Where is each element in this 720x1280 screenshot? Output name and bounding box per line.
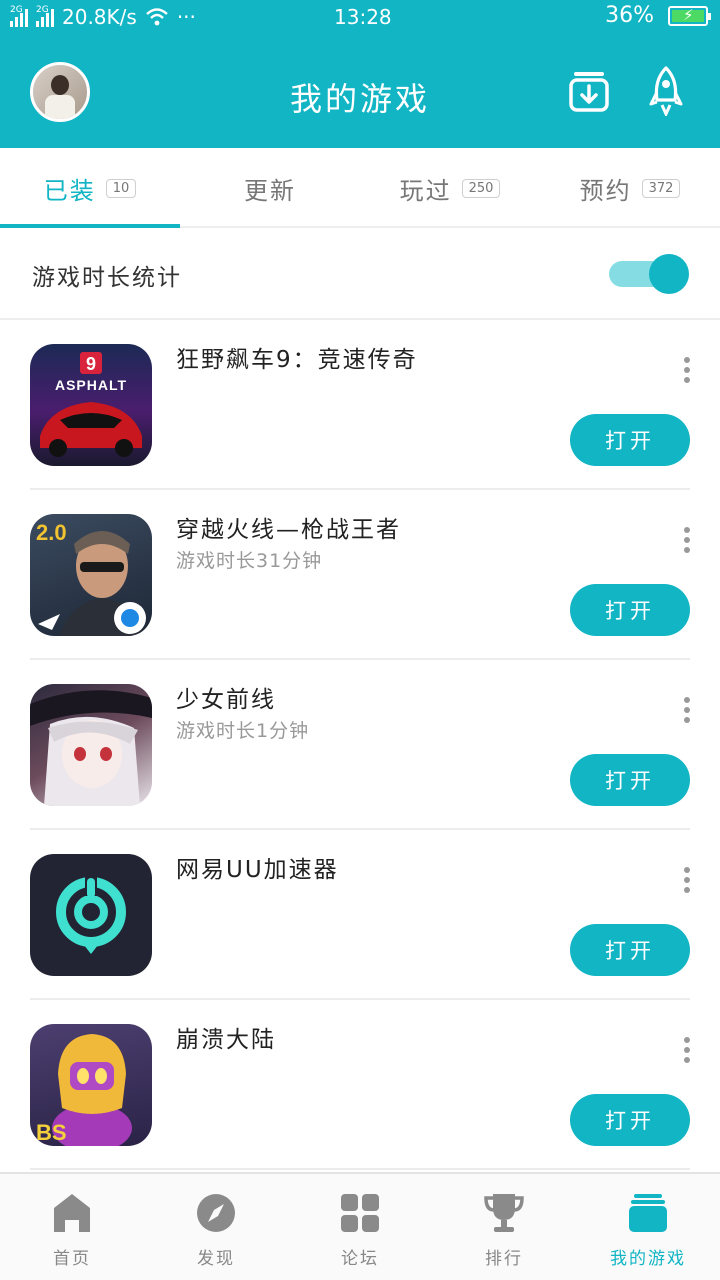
nav-forum[interactable]: 论坛: [288, 1174, 432, 1280]
tab-count-badge: 10: [105, 178, 137, 198]
nav-ranking[interactable]: 排行: [432, 1174, 576, 1280]
tab-played[interactable]: 玩过 250: [360, 148, 540, 228]
playtime-stats-row: 游戏时长统计: [0, 228, 720, 320]
compass-icon: [197, 1194, 235, 1232]
nav-label: 论坛: [341, 1249, 379, 1269]
status-right: 36% ⚡: [605, 3, 711, 28]
list-item[interactable]: 9 ASPHALT 狂野飙车9：竞速传奇 打开: [0, 320, 720, 490]
open-button[interactable]: 打开: [570, 414, 690, 466]
status-left: 2G 2G 20.8K/s ···: [10, 5, 196, 29]
more-options-icon[interactable]: [676, 354, 698, 386]
open-button[interactable]: 打开: [570, 924, 690, 976]
nav-label: 排行: [485, 1249, 523, 1269]
svg-text:ASPHALT: ASPHALT: [55, 377, 127, 393]
network-speed: 20.8K/s: [62, 5, 137, 29]
download-manager-icon[interactable]: [568, 70, 610, 112]
crashlands-icon: BS: [30, 1024, 152, 1146]
more-options-icon[interactable]: [676, 524, 698, 556]
playtime-stats-label: 游戏时长统计: [32, 265, 182, 291]
more-status-icon: ···: [176, 5, 196, 29]
home-icon: [54, 1194, 90, 1232]
svg-text:9: 9: [86, 354, 96, 374]
nav-label: 首页: [53, 1249, 91, 1269]
divider: [30, 1168, 690, 1170]
more-options-icon[interactable]: [676, 1034, 698, 1066]
asphalt-icon: 9 ASPHALT: [30, 344, 152, 466]
page-title: 我的游戏: [289, 80, 430, 118]
app-bar: 我的游戏: [0, 36, 720, 148]
signal-icon: 2G: [10, 5, 28, 27]
nav-discover[interactable]: 发现: [144, 1174, 288, 1280]
nav-home[interactable]: 首页: [0, 1174, 144, 1280]
svg-text:BS: BS: [36, 1120, 67, 1145]
grid-icon: [341, 1194, 379, 1232]
crossfire-icon: 2.0: [30, 514, 152, 636]
game-playtime: 游戏时长1分钟: [176, 720, 310, 742]
installed-games-list: 9 ASPHALT 狂野飙车9：竞速传奇 打开 2.0 穿越火线—枪战王者 游戏…: [0, 320, 720, 1170]
tab-reserved[interactable]: 预约 372: [540, 148, 720, 228]
status-bar: 2G 2G 20.8K/s ··· 13:28 36% ⚡: [0, 0, 720, 36]
tab-count-badge: 250: [461, 178, 501, 198]
svg-text:2.0: 2.0: [36, 520, 67, 545]
game-playtime: 游戏时长31分钟: [176, 550, 323, 572]
battery-percent: 36%: [605, 3, 654, 28]
rocket-icon[interactable]: [648, 66, 684, 116]
more-options-icon[interactable]: [676, 864, 698, 896]
clock: 13:28: [334, 5, 392, 29]
tab-bar: 已装 10 更新 玩过 250 预约 372: [0, 148, 720, 228]
tab-count-badge: 372: [641, 178, 681, 198]
tab-updates[interactable]: 更新: [180, 148, 360, 228]
open-button[interactable]: 打开: [570, 584, 690, 636]
game-name: 穿越火线—枪战王者: [176, 517, 401, 543]
nav-label: 我的游戏: [610, 1249, 686, 1269]
game-name: 狂野飙车9：竞速传奇: [176, 347, 418, 373]
wifi-icon: [146, 8, 168, 26]
nav-label: 发现: [197, 1249, 235, 1269]
tab-label: 已装: [43, 176, 96, 205]
bottom-nav: 首页 发现 论坛 排行 我的游戏: [0, 1172, 720, 1280]
tab-label: 预约: [579, 176, 632, 205]
battery-icon: ⚡: [668, 5, 711, 26]
network-tag: 2G: [10, 5, 23, 15]
network-tag-2: 2G: [36, 5, 49, 15]
list-item[interactable]: BS 崩溃大陆 打开: [0, 1000, 720, 1170]
game-name: 少女前线: [176, 687, 276, 713]
trophy-icon: [484, 1194, 524, 1232]
tab-label: 玩过: [399, 176, 452, 205]
uu-accelerator-icon: [30, 854, 152, 976]
game-name: 崩溃大陆: [176, 1027, 276, 1053]
open-button[interactable]: 打开: [570, 1094, 690, 1146]
tab-installed[interactable]: 已装 10: [0, 148, 180, 228]
list-item[interactable]: 2.0 穿越火线—枪战王者 游戏时长31分钟 打开: [0, 490, 720, 660]
game-name: 网易UU加速器: [176, 857, 339, 883]
girls-frontline-icon: [30, 684, 152, 806]
tab-label: 更新: [244, 176, 296, 205]
more-options-icon[interactable]: [676, 694, 698, 726]
playtime-stats-toggle[interactable]: [609, 254, 689, 294]
open-button[interactable]: 打开: [570, 754, 690, 806]
games-stack-icon: [629, 1194, 667, 1232]
list-item[interactable]: 网易UU加速器 打开: [0, 830, 720, 1000]
list-item[interactable]: 少女前线 游戏时长1分钟 打开: [0, 660, 720, 830]
nav-my-games[interactable]: 我的游戏: [576, 1174, 720, 1280]
signal-icon-2: 2G: [36, 5, 54, 27]
